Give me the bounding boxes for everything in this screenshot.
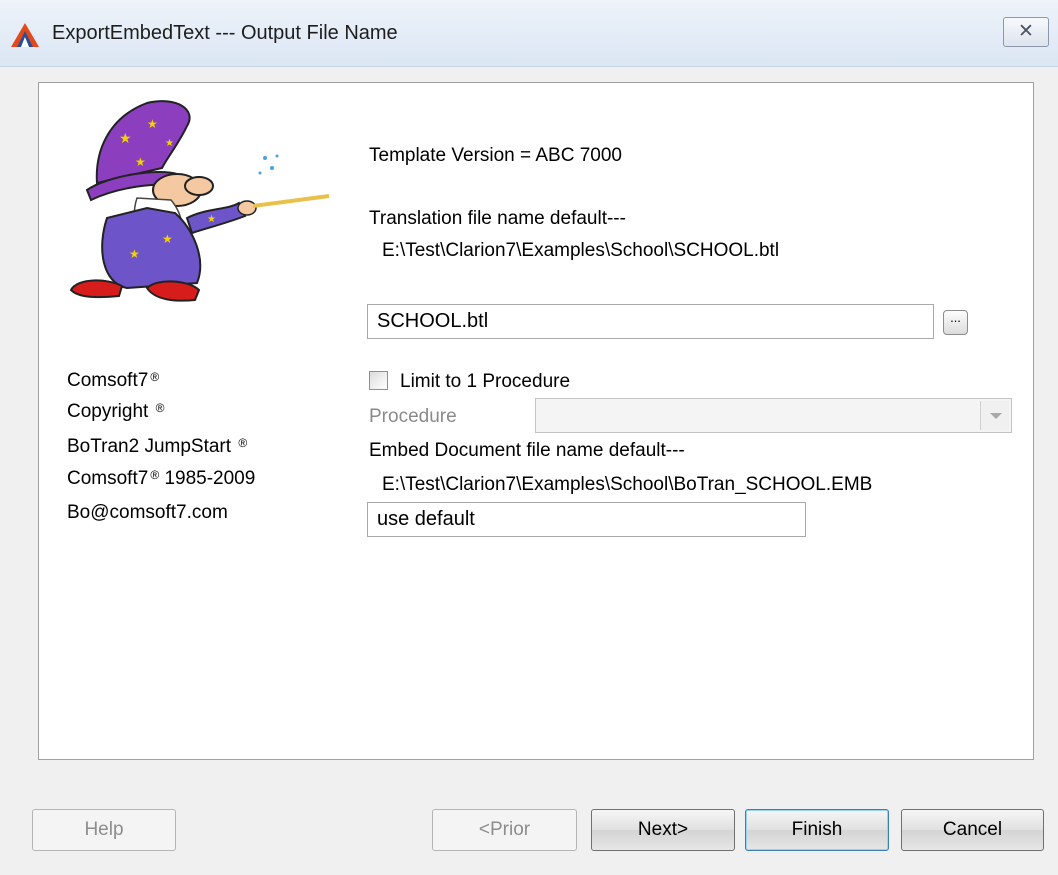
next-button[interactable]: Next>	[591, 809, 735, 851]
browse-button[interactable]: ...	[943, 310, 968, 335]
app-logo-icon	[11, 23, 39, 47]
credit-line-1: Comsoft7 ®	[67, 370, 160, 391]
svg-text:★: ★	[129, 247, 140, 261]
svg-text:★: ★	[207, 214, 216, 225]
embed-file-input[interactable]: use default	[367, 502, 806, 537]
cancel-button[interactable]: Cancel	[901, 809, 1044, 851]
translation-default-label: Translation file name default---	[369, 208, 626, 229]
credit-line-4: Comsoft7 ® 1985-2009	[67, 468, 256, 489]
window-title: ExportEmbedText --- Output File Name	[52, 22, 398, 44]
translation-default-path: E:\Test\Clarion7\Examples\School\SCHOOL.…	[382, 240, 780, 261]
svg-text:★: ★	[135, 155, 146, 169]
chevron-down-icon[interactable]	[980, 401, 1009, 430]
embed-default-label: Embed Document file name default---	[369, 440, 685, 461]
registered-mark: ®	[155, 401, 165, 415]
credit-email: Bo@comsoft7.com	[67, 502, 228, 523]
wizard-illustration: ★ ★ ★ ★ ★ ★ ★	[69, 100, 330, 302]
registered-mark: ®	[150, 370, 160, 384]
svg-text:★: ★	[119, 130, 132, 146]
svg-text:★: ★	[165, 138, 174, 149]
credit-line-2: Copyright ®	[67, 401, 165, 422]
svg-text:★: ★	[147, 117, 158, 131]
finish-button[interactable]: Finish	[745, 809, 889, 851]
embed-default-path: E:\Test\Clarion7\Examples\School\BoTran_…	[382, 474, 873, 495]
procedure-dropdown[interactable]	[535, 398, 1012, 433]
registered-mark: ®	[150, 468, 160, 482]
procedure-label: Procedure	[369, 406, 457, 427]
template-version-label: Template Version = ABC 7000	[369, 145, 622, 166]
limit-procedure-label: Limit to 1 Procedure	[400, 371, 571, 392]
help-button[interactable]: Help	[32, 809, 176, 851]
credit-line-3: BoTran2 JumpStart ®	[67, 436, 248, 457]
prior-button[interactable]: <Prior	[432, 809, 577, 851]
svg-text:★: ★	[162, 232, 173, 246]
title-bar: ExportEmbedText --- Output File Name ✕	[0, 0, 1058, 67]
limit-procedure-checkbox[interactable]	[369, 371, 388, 390]
close-button[interactable]: ✕	[1003, 17, 1049, 47]
registered-mark: ®	[238, 436, 248, 450]
translation-file-input[interactable]: SCHOOL.btl	[367, 304, 934, 339]
